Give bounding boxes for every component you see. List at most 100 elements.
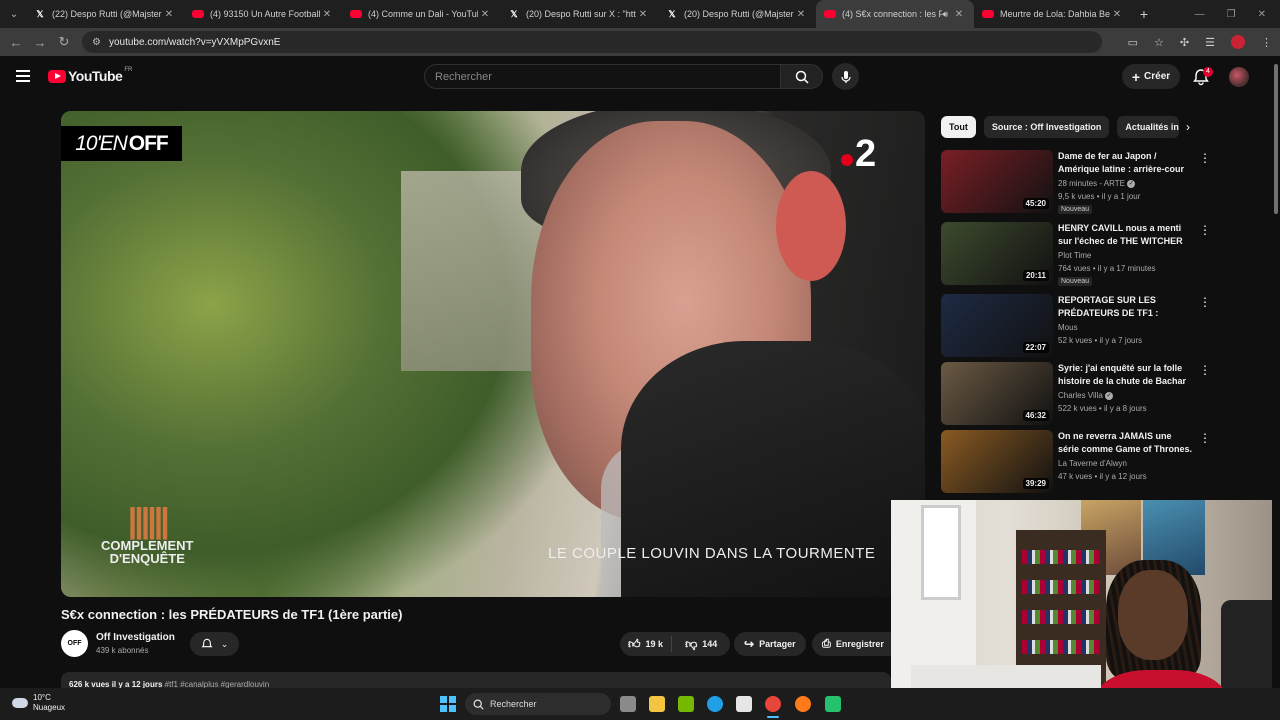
cast-icon[interactable]: ▭ xyxy=(1128,36,1138,49)
extensions-icon[interactable]: ✣ xyxy=(1180,36,1189,49)
more-options-icon[interactable]: ⋮ xyxy=(1199,363,1211,377)
recommended-channel[interactable]: La Taverne d'Alwyn xyxy=(1058,459,1127,468)
browser-tab[interactable]: Meurtre de Lola: Dahbia Benk...✕ xyxy=(974,0,1132,28)
recommended-channel[interactable]: 28 minutes - ARTE ✓ xyxy=(1058,179,1136,188)
subscription-bell-button[interactable]: ⌄ xyxy=(190,632,239,656)
browser-tab[interactable]: 𝕏 (22) Despo Rutti (@MajsterOff...✕ xyxy=(26,0,184,28)
video-player[interactable]: 10'EN OFF 2 |||||| COMPLEMENT D'ENQUÊTE L… xyxy=(61,111,925,597)
channel-avatar[interactable]: OFF xyxy=(61,630,88,657)
profile-icon[interactable] xyxy=(1231,35,1245,49)
search-button[interactable] xyxy=(780,64,823,89)
recommended-video[interactable]: 22:07 REPORTAGE SUR LES PRÉDATEURS DE TF1… xyxy=(941,294,1211,358)
chip-tout[interactable]: Tout xyxy=(941,116,976,138)
reading-list-icon[interactable]: ☰ xyxy=(1205,36,1215,49)
more-options-icon[interactable]: ⋮ xyxy=(1199,223,1211,237)
menu-icon[interactable] xyxy=(16,70,30,82)
taskbar-search-label: Rechercher xyxy=(490,699,537,709)
recommended-video[interactable]: 39:29 On ne reverra JAMAIS une série comm… xyxy=(941,430,1211,494)
windows-start-icon[interactable] xyxy=(440,696,456,712)
search-input[interactable]: Rechercher xyxy=(424,64,781,89)
tab-title: (4) Comme un Dali - YouTube xyxy=(368,9,478,19)
youtube-logo[interactable]: YouTube FR xyxy=(48,67,132,84)
recommended-channel[interactable]: Mous xyxy=(1058,323,1078,332)
address-bar[interactable]: ⚙ youtube.com/watch?v=yVXMpPGvxnE xyxy=(82,31,1102,53)
firefox-icon[interactable] xyxy=(795,696,811,712)
search-icon xyxy=(473,699,484,710)
recommended-video[interactable]: 45:20 Dame de fer au Japon / Amérique lat… xyxy=(941,150,1211,214)
new-badge: Nouveau xyxy=(1058,277,1093,286)
new-tab-button[interactable]: + xyxy=(1132,6,1156,22)
video-thumbnail[interactable]: 20:11 xyxy=(941,222,1053,285)
close-tab-icon[interactable]: ✕ xyxy=(1110,9,1124,20)
site-info-icon[interactable]: ⚙ xyxy=(92,37,101,48)
recommended-title[interactable]: Syrie: j'ai enquêté sur la folle histoir… xyxy=(1058,362,1193,388)
share-button[interactable]: ↪ Partager xyxy=(734,632,806,656)
recommended-video[interactable]: 46:32 Syrie: j'ai enquêté sur la folle hi… xyxy=(941,362,1211,426)
recommended-title[interactable]: HENRY CAVILL nous a menti sur l'échec de… xyxy=(1058,222,1193,248)
app-green-icon[interactable] xyxy=(825,696,841,712)
recommended-title[interactable]: On ne reverra JAMAIS une série comme Gam… xyxy=(1058,430,1193,456)
recommended-title[interactable]: Dame de fer au Japon / Amérique latine :… xyxy=(1058,150,1193,176)
chip-source[interactable]: Source : Off Investigation xyxy=(983,116,1110,138)
close-tab-icon[interactable]: ✕ xyxy=(478,9,492,20)
more-options-icon[interactable]: ⋮ xyxy=(1199,295,1211,309)
taskbar-search[interactable]: Rechercher xyxy=(465,693,611,715)
close-tab-icon[interactable]: ✕ xyxy=(794,9,808,20)
bookmark-star-icon[interactable]: ☆ xyxy=(1154,36,1164,49)
tab-title: (4) S€x connection : les PRÉ... xyxy=(842,9,943,19)
recommended-channel[interactable]: Charles Villa ✓ xyxy=(1058,391,1113,400)
tab-title: (4) 93150 Un Autre Football Ep... xyxy=(210,9,320,19)
browser-tab[interactable]: (4) 93150 Un Autre Football Ep...✕ xyxy=(184,0,342,28)
close-tab-icon[interactable]: ✕ xyxy=(636,9,650,20)
cloud-icon xyxy=(12,698,28,708)
speaker-icon[interactable]: 🔊︎ xyxy=(942,9,948,20)
tab-search-chevron-icon[interactable]: ⌄ xyxy=(2,2,26,26)
account-avatar[interactable] xyxy=(1229,67,1249,87)
video-thumbnail[interactable]: 46:32 xyxy=(941,362,1053,425)
chrome-icon[interactable] xyxy=(765,696,781,712)
chevron-right-icon[interactable]: › xyxy=(1186,120,1190,134)
browser-tab[interactable]: (4) Comme un Dali - YouTube ✕ xyxy=(342,0,500,28)
create-button[interactable]: + Créer xyxy=(1122,64,1180,89)
maximize-icon[interactable]: ❐ xyxy=(1227,9,1236,20)
reload-icon[interactable]: ↻ xyxy=(52,34,76,50)
dislike-button[interactable]: 👎︎ 144 xyxy=(677,637,725,652)
voice-search-button[interactable] xyxy=(832,63,859,90)
video-title: S€x connection : les PRÉDATEURS de TF1 (… xyxy=(61,607,403,622)
scrollbar-thumb[interactable] xyxy=(1274,64,1278,214)
video-thumbnail[interactable]: 39:29 xyxy=(941,430,1053,493)
recommended-channel[interactable]: Plot Time xyxy=(1058,251,1091,260)
page-scrollbar[interactable] xyxy=(1272,56,1280,688)
recommended-title[interactable]: REPORTAGE SUR LES PRÉDATEURS DE TF1 : LO… xyxy=(1058,294,1193,320)
file-explorer-icon[interactable] xyxy=(649,696,665,712)
channel-name[interactable]: Off Investigation xyxy=(96,632,175,643)
forward-icon[interactable]: → xyxy=(28,35,52,50)
close-tab-icon[interactable]: ✕ xyxy=(162,9,176,20)
back-icon[interactable]: ← xyxy=(4,35,28,50)
video-caption: LE COUPLE LOUVIN DANS LA TOURMENTE xyxy=(548,545,876,562)
recommended-video[interactable]: 20:11 HENRY CAVILL nous a menti sur l'éch… xyxy=(941,222,1211,286)
browser-tab[interactable]: (4) S€x connection : les PRÉ...🔊︎ ✕ xyxy=(816,0,974,28)
more-options-icon[interactable]: ⋮ xyxy=(1199,431,1211,445)
save-button[interactable]: ⎙ Enregistrer xyxy=(812,632,892,656)
edge-icon[interactable] xyxy=(707,696,723,712)
browser-tab[interactable]: 𝕏 (20) Despo Rutti sur X : "https:/...✕ xyxy=(500,0,658,28)
video-thumbnail[interactable]: 45:20 xyxy=(941,150,1053,213)
more-options-icon[interactable]: ⋮ xyxy=(1199,151,1211,165)
close-tab-icon[interactable]: ✕ xyxy=(952,9,966,20)
weather-widget[interactable]: 10°C Nuageux xyxy=(12,693,65,713)
close-window-icon[interactable]: ✕ xyxy=(1258,9,1266,20)
task-view-icon[interactable] xyxy=(620,696,636,712)
recommended-meta: 9,5 k vues • il y a 1 jour xyxy=(1058,192,1141,201)
nvidia-icon[interactable] xyxy=(678,696,694,712)
new-badge: Nouveau xyxy=(1058,205,1093,214)
minimize-icon[interactable]: — xyxy=(1195,9,1205,20)
store-icon[interactable] xyxy=(736,696,752,712)
browser-menu-icon[interactable]: ⋮ xyxy=(1261,36,1272,49)
like-button[interactable]: 👍︎ 19 k xyxy=(620,636,673,652)
browser-tab[interactable]: 𝕏 (20) Despo Rutti (@MajsterOff...✕ xyxy=(658,0,816,28)
close-tab-icon[interactable]: ✕ xyxy=(320,9,334,20)
bookmark-icon: ⎙ xyxy=(822,637,831,650)
chip-actualites[interactable]: Actualités int xyxy=(1117,116,1180,138)
video-thumbnail[interactable]: 22:07 xyxy=(941,294,1053,357)
